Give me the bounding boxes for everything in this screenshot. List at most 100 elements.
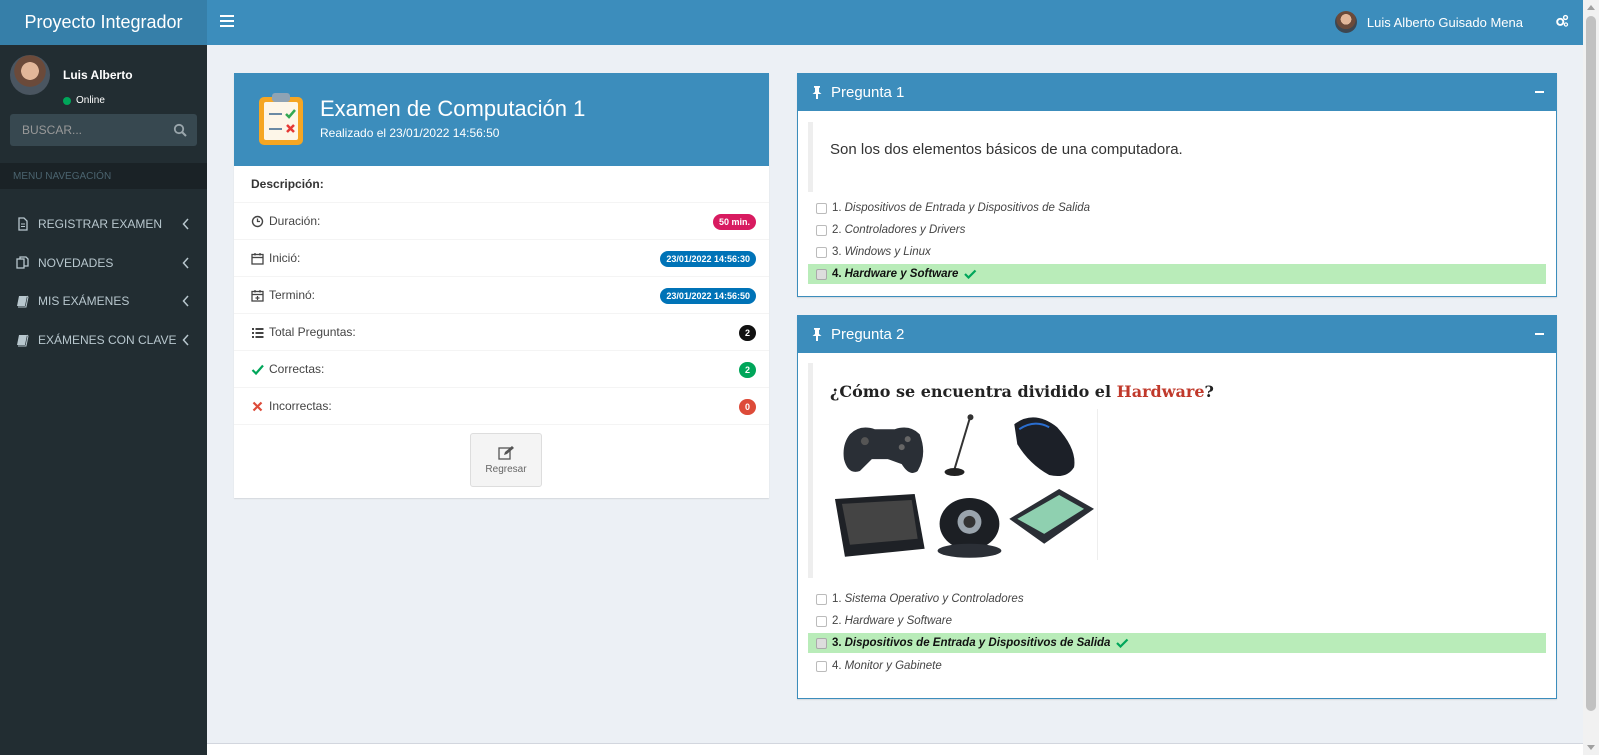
row-label: Duración: bbox=[269, 214, 321, 228]
sidebar-item-examenes-con-clave[interactable]: EXÁMENES CON CLAVE bbox=[0, 320, 207, 360]
online-dot-icon bbox=[63, 96, 71, 105]
row-label: Correctas: bbox=[269, 362, 325, 376]
chevron-left-icon bbox=[182, 334, 189, 346]
answer-option[interactable]: 2. Controladores y Drivers bbox=[808, 220, 1546, 240]
correct-row: Correctas: 2 bbox=[234, 351, 769, 388]
sidebar-item-registrar-examen[interactable]: REGISTRAR EXAMEN bbox=[0, 204, 207, 244]
duration-row: Duración: 50 min. bbox=[234, 203, 769, 240]
row-label: Terminó: bbox=[269, 288, 316, 302]
collapse-icon[interactable] bbox=[1535, 91, 1544, 93]
top-navbar: Luis Alberto Guisado Mena bbox=[207, 0, 1583, 45]
thumbtack-icon bbox=[812, 86, 822, 99]
sidebar-item-label: REGISTRAR EXAMEN bbox=[38, 217, 163, 231]
app-title: Proyecto Integrador bbox=[24, 12, 183, 32]
checkbox[interactable] bbox=[816, 593, 827, 605]
search-icon[interactable] bbox=[173, 123, 187, 137]
footer bbox=[207, 743, 1583, 755]
question-header: Pregunta 2 bbox=[798, 316, 1556, 353]
sidebar-item-label: NOVEDADES bbox=[38, 256, 114, 270]
checkbox[interactable] bbox=[816, 224, 827, 236]
status-badge: 2 bbox=[738, 325, 756, 341]
sidebar-toggle-icon[interactable] bbox=[220, 15, 234, 27]
description-label: Descripción: bbox=[251, 177, 324, 191]
check-icon bbox=[1116, 638, 1129, 648]
question-title: Pregunta 2 bbox=[831, 326, 905, 343]
app-logo[interactable]: Proyecto Integrador bbox=[0, 0, 207, 45]
file-icon bbox=[18, 217, 28, 231]
row-label: Inició: bbox=[269, 251, 301, 265]
checkbox[interactable] bbox=[816, 268, 827, 280]
check-icon bbox=[964, 269, 977, 279]
hardware-devices-image bbox=[830, 409, 1098, 560]
sidebar-item-label: MIS EXÁMENES bbox=[38, 294, 130, 308]
answer-option[interactable]: 2. Hardware y Software bbox=[808, 611, 1546, 631]
incorrect-row: Incorrectas: 0 bbox=[234, 388, 769, 425]
clipboard-icon bbox=[259, 93, 303, 145]
sidebar-user-name: Luis Alberto bbox=[63, 68, 133, 82]
row-label: Total Preguntas: bbox=[269, 325, 356, 339]
end-row: Terminó: 23/01/2022 14:56:50 bbox=[234, 277, 769, 314]
clock-icon bbox=[251, 215, 264, 227]
calendar-plus-icon bbox=[251, 289, 264, 302]
user-status-label: Online bbox=[76, 95, 105, 106]
avatar bbox=[10, 55, 50, 95]
question-card-2: Pregunta 2 ¿Cómo se encuentra dividido e… bbox=[797, 315, 1557, 699]
book-icon bbox=[17, 295, 29, 308]
gears-icon[interactable] bbox=[1555, 14, 1569, 28]
checkbox[interactable] bbox=[816, 615, 827, 627]
status-badge: 23/01/2022 14:56:30 bbox=[660, 251, 756, 267]
sidebar: Luis Alberto Online MENU NAVEGACIÓN REGI… bbox=[0, 45, 207, 755]
user-menu-name: Luis Alberto Guisado Mena bbox=[1366, 14, 1523, 30]
answer-option[interactable]: 1. Sistema Operativo y Controladores bbox=[808, 589, 1546, 609]
page-scrollbar[interactable] bbox=[1583, 0, 1599, 755]
description-row: Descripción: bbox=[234, 166, 769, 203]
menu-header: MENU NAVEGACIÓN bbox=[0, 163, 207, 189]
back-button[interactable]: Regresar bbox=[470, 433, 542, 487]
question-text: ¿Cómo se encuentra dividido el Hardware? bbox=[830, 382, 1214, 401]
total-questions-row: Total Preguntas: 2 bbox=[234, 314, 769, 351]
user-status: Online bbox=[63, 95, 105, 106]
answer-option-correct[interactable]: 3. Dispositivos de Entrada y Dispositivos… bbox=[808, 633, 1546, 653]
edit-icon bbox=[498, 445, 514, 460]
question-body bbox=[808, 363, 813, 578]
checkbox[interactable] bbox=[816, 246, 827, 258]
exam-header: Examen de Computación 1 Realizado el 23/… bbox=[234, 73, 769, 166]
row-label: Incorrectas: bbox=[269, 399, 332, 413]
chevron-left-icon bbox=[182, 295, 189, 307]
avatar bbox=[1334, 11, 1357, 33]
user-menu[interactable]: Luis Alberto Guisado Mena bbox=[1334, 11, 1523, 33]
start-row: Inició: 23/01/2022 14:56:30 bbox=[234, 240, 769, 277]
answer-option[interactable]: 4. Monitor y Gabinete bbox=[808, 656, 1546, 676]
sidebar-item-novedades[interactable]: NOVEDADES bbox=[0, 243, 207, 283]
check-icon bbox=[251, 364, 264, 375]
search-input[interactable] bbox=[10, 114, 160, 146]
times-icon bbox=[252, 401, 263, 411]
exam-info-card: Examen de Computación 1 Realizado el 23/… bbox=[234, 73, 769, 498]
back-button-label: Regresar bbox=[485, 463, 527, 475]
question-body bbox=[808, 122, 813, 192]
sidebar-item-mis-examenes[interactable]: MIS EXÁMENES bbox=[0, 281, 207, 321]
status-badge: 23/01/2022 14:56:50 bbox=[660, 288, 756, 304]
sidebar-search bbox=[10, 114, 197, 146]
chevron-left-icon bbox=[182, 257, 189, 269]
checkbox[interactable] bbox=[816, 637, 827, 649]
calendar-icon bbox=[251, 252, 264, 265]
sidebar-item-label: EXÁMENES CON CLAVE bbox=[38, 333, 177, 347]
page-title: Examen de Computación 1 bbox=[320, 96, 586, 121]
answer-option-correct[interactable]: 4. Hardware y Software bbox=[808, 264, 1546, 284]
copy-icon bbox=[16, 256, 29, 269]
chevron-left-icon bbox=[182, 218, 189, 230]
list-icon bbox=[252, 327, 264, 338]
answer-option[interactable]: 3. Windows y Linux bbox=[808, 242, 1546, 262]
question-card-1: Pregunta 1 Son los dos elementos básicos… bbox=[797, 73, 1557, 297]
question-title: Pregunta 1 bbox=[831, 84, 905, 101]
question-text: Son los dos elementos básicos de una com… bbox=[830, 141, 1183, 158]
question-header: Pregunta 1 bbox=[798, 74, 1556, 111]
thumbtack-icon bbox=[812, 328, 822, 341]
answer-option[interactable]: 1. Dispositivos de Entrada y Dispositivos… bbox=[808, 198, 1546, 218]
status-badge: 50 min. bbox=[712, 214, 756, 230]
collapse-icon[interactable] bbox=[1535, 333, 1544, 335]
checkbox[interactable] bbox=[816, 660, 827, 672]
checkbox[interactable] bbox=[816, 202, 827, 214]
exam-subtitle: Realizado el 23/01/2022 14:56:50 bbox=[320, 126, 500, 140]
